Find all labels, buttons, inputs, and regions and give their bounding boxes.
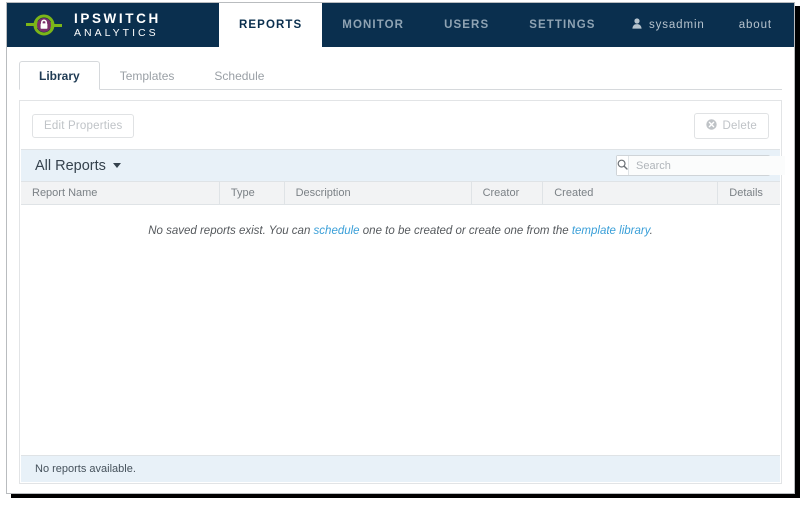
tab-templates[interactable]: Templates <box>100 61 195 90</box>
empty-message-suffix: . <box>649 225 653 237</box>
reports-panel: Edit Properties Delete All Reports Searc… <box>19 100 785 484</box>
person-icon <box>632 18 642 32</box>
table-body: No saved reports exist. You can schedule… <box>20 205 781 455</box>
delete-circle-x-icon <box>705 119 717 133</box>
application-window: IPSWITCH ANALYTICS REPORTS MONITOR USERS… <box>6 2 795 494</box>
brand-logo[interactable]: IPSWITCH ANALYTICS <box>7 3 219 47</box>
empty-state-message: No saved reports exist. You can schedule… <box>20 205 781 237</box>
nav-item-settings[interactable]: SETTINGS <box>509 3 615 47</box>
ipswitch-logo-icon <box>23 11 65 39</box>
status-bar-text: No reports available. <box>35 463 136 475</box>
nav-item-users[interactable]: USERS <box>424 3 509 47</box>
delete-button[interactable]: Delete <box>693 113 769 139</box>
template-library-link[interactable]: template library <box>572 225 650 237</box>
list-header-bar: All Reports <box>21 149 785 182</box>
table-column-headers: Report Name Type Description Creator Cre… <box>21 182 780 205</box>
empty-message-prefix: No saved reports exist. You can <box>148 225 314 237</box>
column-header-creator[interactable]: Creator <box>472 182 544 204</box>
empty-message-middle: one to be created or create one from the <box>359 225 572 237</box>
tab-library[interactable]: Library <box>19 61 100 90</box>
primary-navigation: REPORTS MONITOR USERS SETTINGS <box>219 3 616 47</box>
nav-item-monitor[interactable]: MONITOR <box>322 3 424 47</box>
tab-schedule[interactable]: Schedule <box>194 61 284 90</box>
brand-name-primary: IPSWITCH <box>74 10 161 26</box>
username-label: sysadmin <box>648 19 705 31</box>
search-button[interactable] <box>617 156 629 175</box>
chevron-down-icon <box>112 163 121 168</box>
nav-item-reports[interactable]: REPORTS <box>219 3 323 47</box>
column-header-details[interactable]: Details <box>718 182 780 204</box>
column-header-report-name[interactable]: Report Name <box>21 182 220 204</box>
delete-button-label: Delete <box>722 120 757 132</box>
search-icon <box>617 157 628 175</box>
all-reports-label: All Reports <box>35 157 106 174</box>
header-right-area: sysadmin about <box>632 3 794 47</box>
column-header-created[interactable]: Created <box>543 182 719 204</box>
column-header-description[interactable]: Description <box>285 182 472 204</box>
edit-properties-button[interactable]: Edit Properties <box>32 114 135 138</box>
schedule-link[interactable]: schedule <box>314 225 360 237</box>
about-link[interactable]: about <box>739 19 772 31</box>
sub-tab-strip-container: Library Templates Schedule <box>7 47 794 90</box>
top-header-bar: IPSWITCH ANALYTICS REPORTS MONITOR USERS… <box>7 3 794 47</box>
column-header-created-label: Created <box>554 187 594 199</box>
column-header-type[interactable]: Type <box>220 182 285 204</box>
sub-tab-strip: Library Templates Schedule <box>19 61 782 90</box>
status-bar: No reports available. <box>21 455 780 482</box>
brand-name-secondary: ANALYTICS <box>74 27 159 39</box>
search-box <box>616 155 785 176</box>
all-reports-dropdown[interactable]: All Reports <box>35 158 121 174</box>
panel-toolbar: Edit Properties Delete <box>20 101 781 149</box>
user-menu[interactable]: sysadmin <box>632 18 705 32</box>
search-input[interactable] <box>629 156 785 175</box>
